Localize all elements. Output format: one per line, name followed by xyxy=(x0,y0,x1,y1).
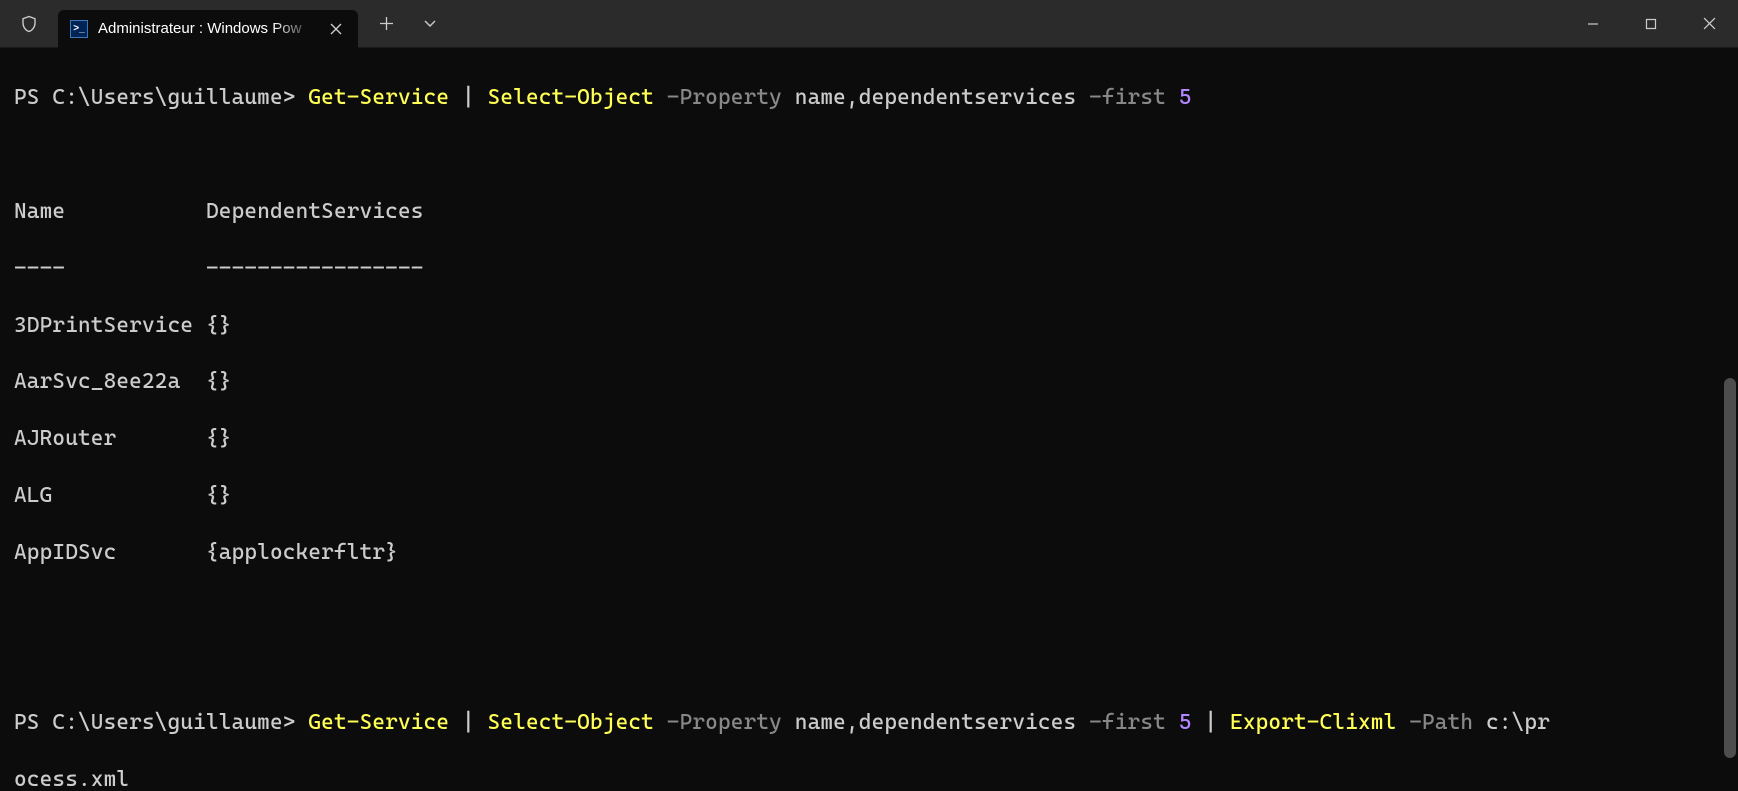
arg: name,dependentservices xyxy=(795,85,1077,110)
param: -Path xyxy=(1409,710,1473,735)
arg: c:\pr xyxy=(1486,710,1550,735)
close-window-button[interactable] xyxy=(1680,0,1738,47)
table-row: AJRouter{} xyxy=(14,425,1724,453)
cell-dep: {applockerfltr} xyxy=(206,539,1724,567)
pipe: | xyxy=(462,710,475,735)
cell-name: 3DPrintService xyxy=(14,312,206,340)
chevron-down-icon xyxy=(424,20,436,28)
cmdlet: Select-Object xyxy=(488,85,654,110)
cmdlet: Get-Service xyxy=(308,710,449,735)
shield-icon xyxy=(20,14,38,34)
table-divider: ---- xyxy=(14,255,206,283)
scrollbar-thumb[interactable] xyxy=(1724,378,1736,758)
tab-powershell[interactable]: >_ Administrateur : Windows Pow xyxy=(58,10,358,48)
tab-title: Administrateur : Windows Pow xyxy=(98,20,316,37)
terminal-content[interactable]: PS C:\Users\guillaume> Get-Service | Sel… xyxy=(0,48,1738,791)
admin-shield-area xyxy=(0,0,58,47)
table-row: 3DPrintService{} xyxy=(14,312,1724,340)
close-icon xyxy=(330,23,342,35)
close-icon xyxy=(1703,17,1716,30)
cell-dep: {} xyxy=(206,482,1724,510)
cell-name: AppIDSvc xyxy=(14,539,206,567)
table-row: AarSvc_8ee22a{} xyxy=(14,368,1724,396)
minimize-button[interactable] xyxy=(1564,0,1622,47)
tab-actions xyxy=(364,0,452,47)
window-controls xyxy=(1564,0,1738,47)
table-row: AppIDSvc{applockerfltr} xyxy=(14,539,1724,567)
pipe: | xyxy=(462,85,475,110)
cell-dep: {} xyxy=(206,368,1724,396)
num: 5 xyxy=(1179,710,1192,735)
cmdlet: Get-Service xyxy=(308,85,449,110)
prompt: PS C:\Users\guillaume> xyxy=(14,85,296,110)
cell-name: AarSvc_8ee22a xyxy=(14,368,206,396)
cell-dep: {} xyxy=(206,312,1724,340)
param: -Property xyxy=(667,85,782,110)
table-divider: ----------------- xyxy=(206,255,1724,283)
param: -first xyxy=(1089,710,1166,735)
num: 5 xyxy=(1179,85,1192,110)
table-header-dep: DependentServices xyxy=(206,198,1724,226)
cell-dep: {} xyxy=(206,425,1724,453)
powershell-icon: >_ xyxy=(70,20,88,38)
param: -first xyxy=(1089,85,1166,110)
cmdlet: Select-Object xyxy=(488,710,654,735)
param: -Property xyxy=(667,710,782,735)
arg: name,dependentservices xyxy=(795,710,1077,735)
plus-icon xyxy=(380,17,393,30)
arg-wrap: ocess.xml xyxy=(14,767,129,791)
minimize-icon xyxy=(1587,18,1599,30)
table-row: ALG{} xyxy=(14,482,1724,510)
tab-dropdown-button[interactable] xyxy=(408,0,452,47)
maximize-icon xyxy=(1645,18,1657,30)
prompt: PS C:\Users\guillaume> xyxy=(14,710,296,735)
pipe: | xyxy=(1204,710,1217,735)
new-tab-button[interactable] xyxy=(364,0,408,47)
cell-name: AJRouter xyxy=(14,425,206,453)
table-header-name: Name xyxy=(14,198,206,226)
cmdlet: Export-Clixml xyxy=(1230,710,1396,735)
titlebar: >_ Administrateur : Windows Pow xyxy=(0,0,1738,48)
cell-name: ALG xyxy=(14,482,206,510)
tab-close-button[interactable] xyxy=(326,19,346,39)
maximize-button[interactable] xyxy=(1622,0,1680,47)
